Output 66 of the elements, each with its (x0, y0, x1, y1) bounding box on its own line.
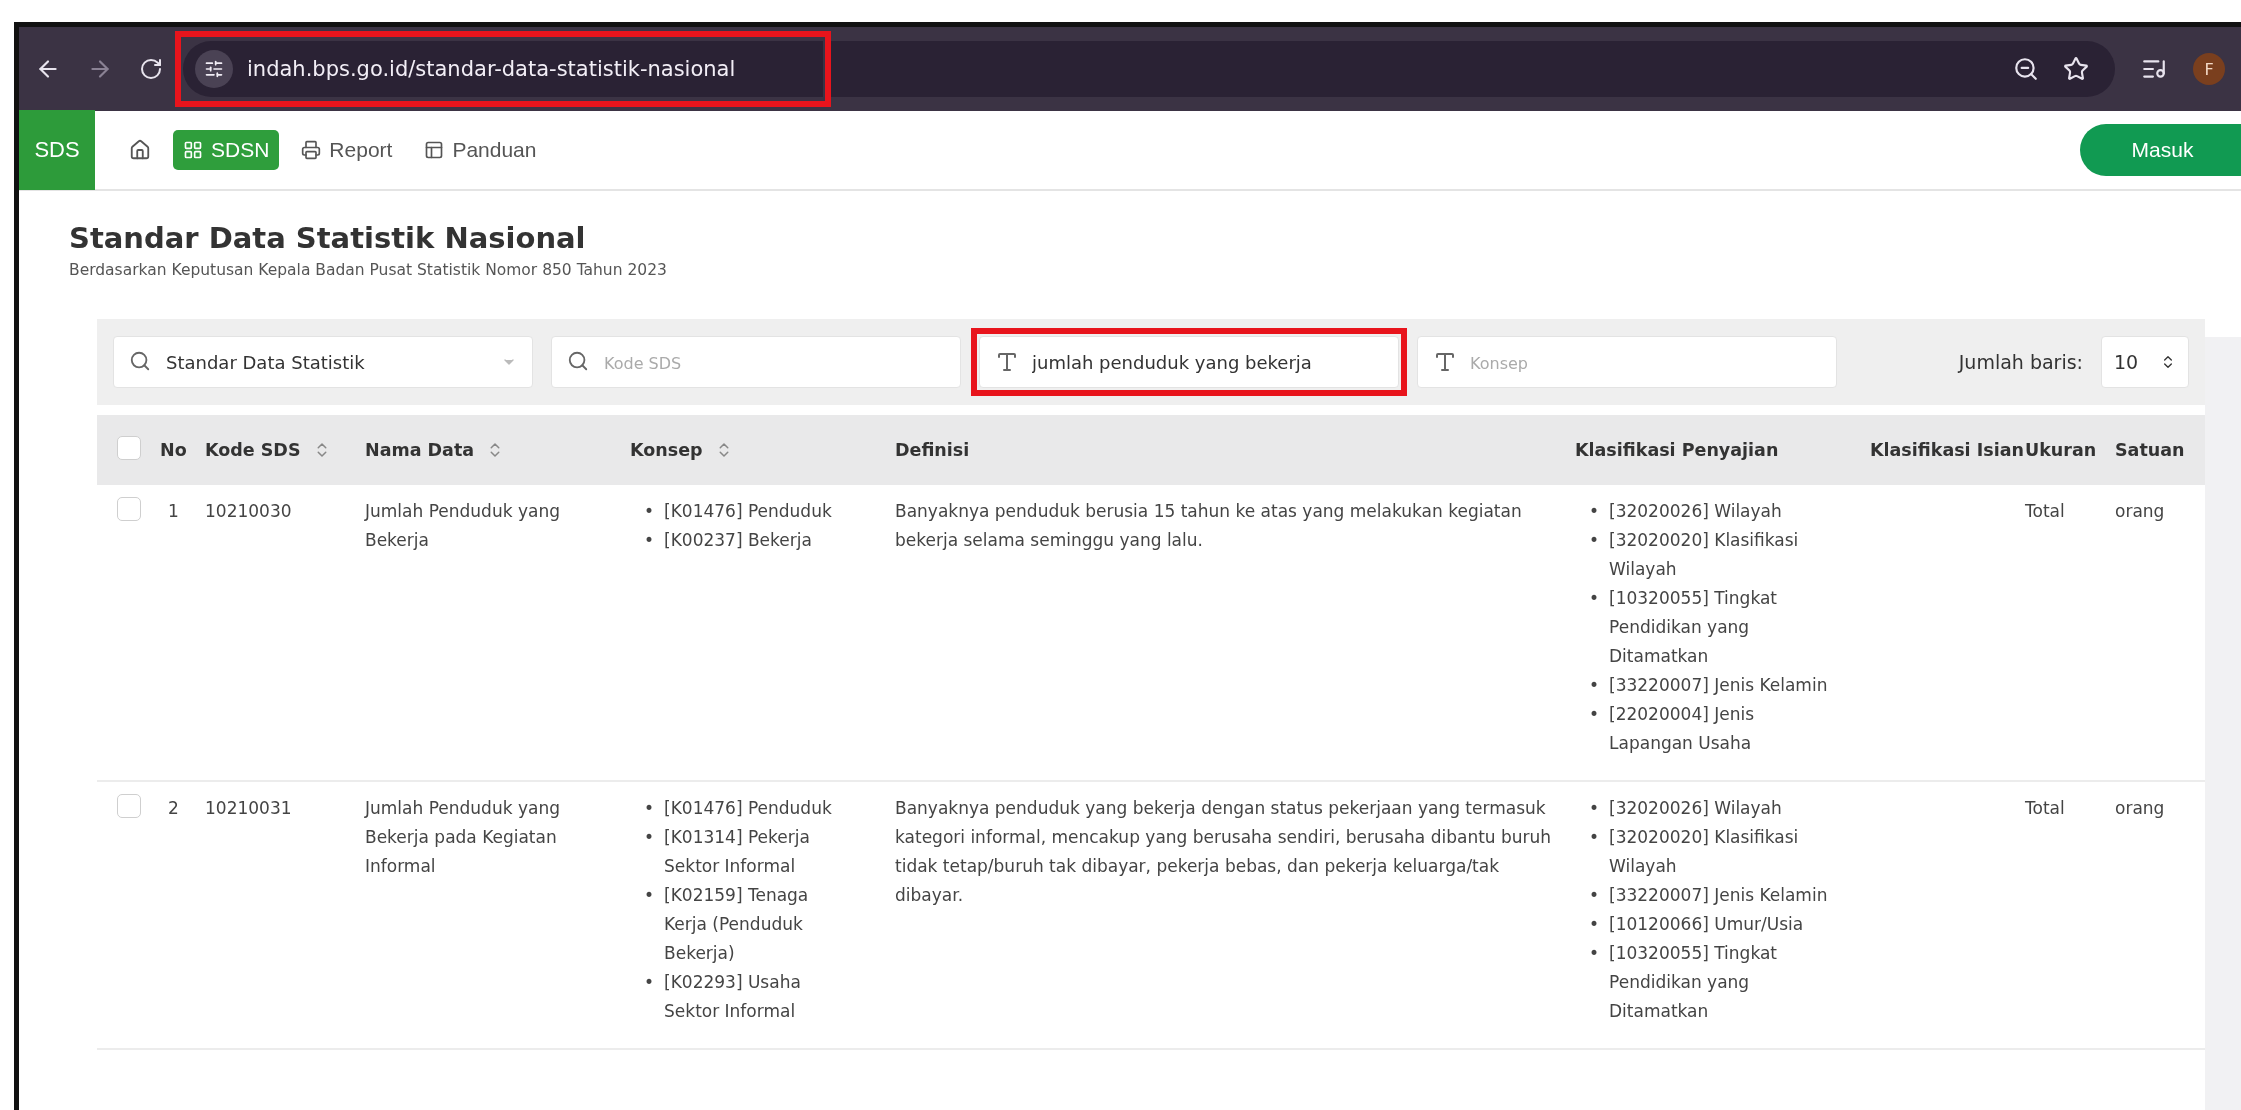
column-header: Klasifikasi Penyajian (1575, 440, 1779, 460)
nav-link[interactable]: Panduan (414, 130, 547, 170)
address-bar[interactable]: indah.bps.go.id/standar-data-statistik-nasional (183, 41, 823, 97)
list-item: • [K01476] Penduduk (644, 797, 832, 820)
column-header: No (160, 440, 187, 460)
table-cell-text: Banyaknya penduduk yang bekerja dengan status pekerjaan yang termasuk kategori informal, mencakup yang berusaha sendiri, berusaha dibantu buruh tidak tetap/buruh tak dibayar, pekerja bebas, dan pekerja keluarga/tak dibayar. (895, 797, 1553, 907)
table-cell-text: Banyaknya penduduk berusia 15 tahun ke atas yang melakukan kegiatan bekerja selama seminggu yang lalu. (895, 500, 1523, 552)
login-button[interactable]: Masuk (2080, 124, 2241, 176)
page-subtitle: Berdasarkan Keputusan Kepala Badan Pusat Statistik Nomor 850 Tahun 2023 (69, 261, 668, 279)
list-item: • [32020020] Klasifikasi Wilayah (1589, 826, 1800, 878)
list-item: • [32020020] Klasifikasi Wilayah (1589, 529, 1800, 581)
search-icon (567, 350, 589, 372)
search-icon (129, 350, 151, 372)
reload-icon[interactable] (139, 57, 163, 81)
rows-select[interactable]: 10 (2101, 336, 2189, 388)
column-header[interactable]: Kode SDS (205, 440, 331, 460)
dropdown-field[interactable]: Standar Data Statistik (113, 336, 533, 388)
table-cell-text: 1 (167, 500, 180, 523)
table-cell-text: Total (2025, 500, 2066, 523)
input-field[interactable]: Konsep (1417, 336, 1837, 388)
rows-label: Jumlah baris: (1958, 351, 2083, 373)
checkbox[interactable] (117, 497, 141, 521)
input-field[interactable]: Kode SDS (551, 336, 961, 388)
list-item: • [10120066] Umur/Usia (1589, 913, 1804, 936)
list-item: • [22020004] Jenis Lapangan Usaha (1589, 703, 1756, 755)
text-icon (1433, 350, 1457, 374)
table-cell-text: 10210031 (205, 797, 293, 820)
list-item: • [32020026] Wilayah (1589, 797, 1782, 820)
brand-logo[interactable]: SDS (19, 110, 95, 190)
grid-icon (183, 140, 203, 160)
checkbox[interactable] (117, 794, 141, 818)
table-cell-text: Total (2025, 797, 2066, 820)
profile-avatar[interactable]: F (2193, 53, 2225, 85)
column-header: Definisi (895, 440, 970, 460)
list-item: • [K02293] Usaha Sektor Informal (644, 971, 802, 1023)
input-field[interactable]: jumlah penduduk yang bekerja (979, 336, 1399, 388)
column-header[interactable]: Nama Data (365, 440, 505, 460)
list-item: • [10320055] Tingkat Pendidikan yang Ditamatkan (1589, 942, 1778, 1023)
list-item: • [K01476] Penduduk (644, 500, 832, 523)
bookmark-star-icon[interactable] (2063, 56, 2089, 82)
list-item: • [K00237] Bekerja (644, 529, 812, 552)
table-cell-text: orang (2115, 500, 2166, 523)
list-item: • [K01314] Pekerja Sektor Informal (644, 826, 811, 878)
table-cell-text: orang (2115, 797, 2166, 820)
table-cell-text: Jumlah Penduduk yang Bekerja (365, 500, 561, 552)
column-header: Ukuran (2025, 440, 2097, 460)
checkbox[interactable] (117, 436, 141, 460)
nav-link[interactable]: Report (291, 130, 403, 170)
column-header: Klasifikasi Isian (1870, 440, 2024, 460)
list-item: • [32020026] Wilayah (1589, 500, 1782, 523)
home-icon (129, 139, 151, 161)
table-cell-text: 2 (167, 797, 180, 820)
table-cell-text: 10210030 (205, 500, 293, 523)
printer-icon (301, 140, 322, 160)
list-item: • [10320055] Tingkat Pendidikan yang Ditamatkan (1589, 587, 1778, 668)
table-cell-text: Jumlah Penduduk yang Bekerja pada Kegiatan Informal (365, 797, 561, 878)
list-item: • [K02159] Tenaga Kerja (Penduduk Bekerja) (644, 884, 810, 965)
list-item: • [33220007] Jenis Kelamin (1589, 884, 1828, 907)
list-item: • [33220007] Jenis Kelamin (1589, 674, 1828, 697)
column-header[interactable]: Konsep (630, 440, 733, 460)
layout-icon (424, 140, 445, 160)
text-icon (995, 350, 1019, 374)
column-header: Satuan (2115, 440, 2185, 460)
site-settings-icon[interactable] (195, 50, 233, 88)
zoom-out-icon[interactable] (2013, 56, 2039, 82)
page-title: Standar Data Statistik Nasional (69, 221, 587, 255)
